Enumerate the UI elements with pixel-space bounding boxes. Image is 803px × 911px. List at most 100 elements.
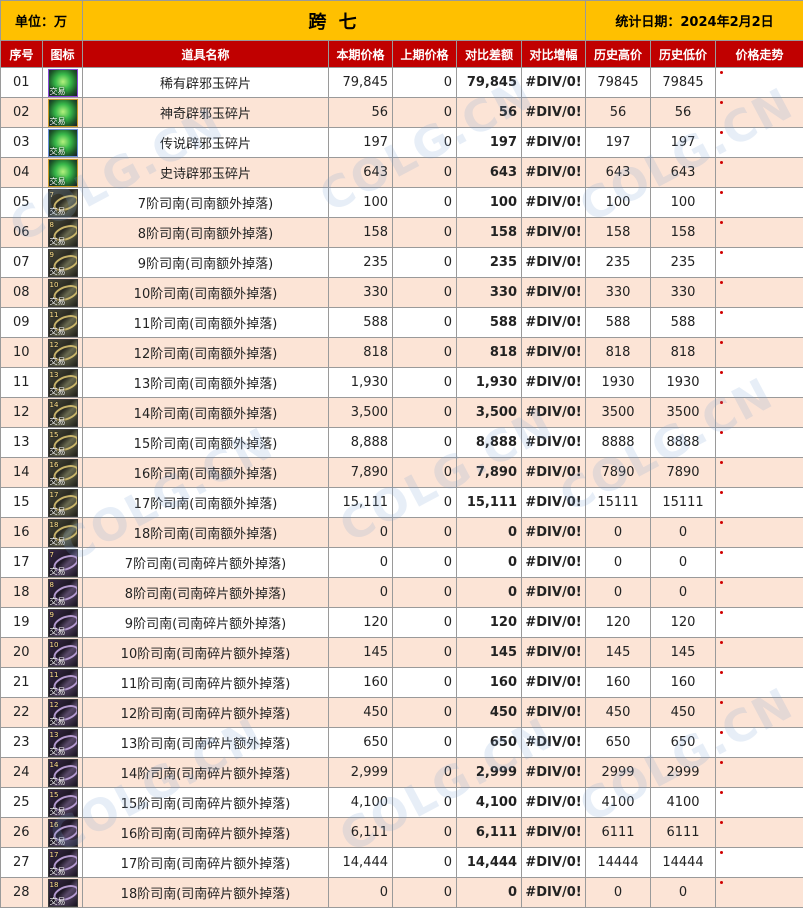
cell-previous-price: 0: [392, 757, 458, 788]
cell-growth: #DIV/0!: [521, 697, 587, 728]
cell-no: 07: [0, 247, 43, 278]
cell-trend: [715, 247, 803, 278]
table-row: 13 15 交易 15阶司南(司南额外掉落) 8,888 0 8,888 #DIV/0! 888…: [0, 427, 803, 458]
jade-fragment-icon: 交易: [47, 128, 78, 157]
cell-previous-price: 0: [392, 727, 458, 758]
cell-previous-price: 0: [392, 127, 458, 158]
cell-history-high: 145: [585, 637, 652, 668]
cell-trend: [715, 97, 803, 128]
table-row: 16 18 交易 18阶司南(司南额外掉落) 0 0 0 #DIV/0! 0 0: [0, 517, 803, 548]
cell-no: 16: [0, 517, 43, 548]
cell-icon: 15 交易: [41, 427, 84, 458]
trend-sparkline-dot: [720, 881, 724, 884]
sinan-compass-icon: 7 交易: [47, 188, 78, 217]
cell-diff: 650: [456, 727, 523, 758]
icon-trade-tag: 交易: [49, 626, 66, 636]
cell-diff: 1,930: [456, 367, 523, 398]
cell-history-high: 818: [585, 337, 652, 368]
cell-item-name: 8阶司南(司南碎片额外掉落): [82, 577, 330, 608]
cell-no: 11: [0, 367, 43, 398]
icon-trade-tag: 交易: [49, 866, 66, 876]
cell-previous-price: 0: [392, 577, 458, 608]
cell-no: 20: [0, 637, 43, 668]
cell-history-high: 0: [585, 577, 652, 608]
cell-history-low: 56: [650, 97, 717, 128]
table-row: 28 18 交易 18阶司南(司南碎片额外掉落) 0 0 0 #DIV/0! 0 0: [0, 877, 803, 908]
cell-history-low: 145: [650, 637, 717, 668]
icon-trade-tag: 交易: [49, 776, 66, 786]
col-header-history-high: 历史高价: [585, 40, 652, 68]
cell-no: 08: [0, 277, 43, 308]
cell-no: 10: [0, 337, 43, 368]
cell-trend: [715, 877, 803, 908]
jade-fragment-icon: 交易: [47, 68, 78, 97]
title-row: 单位：万 跨 七 统计日期：2024年2月2日: [0, 0, 803, 41]
icon-trade-tag: 交易: [49, 236, 66, 246]
cell-item-name: 10阶司南(司南额外掉落): [82, 277, 330, 308]
cell-no: 25: [0, 787, 43, 818]
sinan-fragment-icon: 18 交易: [47, 878, 78, 907]
cell-history-high: 235: [585, 247, 652, 278]
icon-level: 8: [49, 580, 54, 589]
icon-trade-tag: 交易: [49, 476, 66, 486]
cell-icon: 8 交易: [41, 577, 84, 608]
table-row: 27 17 交易 17阶司南(司南碎片额外掉落) 14,444 0 14,444 #DIV/0…: [0, 847, 803, 878]
cell-history-low: 120: [650, 607, 717, 638]
cell-icon: 15 交易: [41, 787, 84, 818]
cell-history-low: 3500: [650, 397, 717, 428]
cell-current-price: 79,845: [328, 67, 394, 98]
cell-diff: 4,100: [456, 787, 523, 818]
cell-history-high: 56: [585, 97, 652, 128]
icon-trade-tag: 交易: [49, 686, 66, 696]
trend-sparkline-dot: [720, 221, 724, 224]
cell-history-low: 158: [650, 217, 717, 248]
table-row: 02 交易 神奇辟邪玉碎片 56 0 56 #DIV/0! 56 56: [0, 97, 803, 128]
cell-no: 06: [0, 217, 43, 248]
cell-no: 23: [0, 727, 43, 758]
cell-history-high: 8888: [585, 427, 652, 458]
table-row: 10 12 交易 12阶司南(司南额外掉落) 818 0 818 #DIV/0! 818 818: [0, 337, 803, 368]
cell-diff: 3,500: [456, 397, 523, 428]
cell-growth: #DIV/0!: [521, 307, 587, 338]
icon-trade-tag: 交易: [49, 176, 66, 186]
cell-trend: [715, 787, 803, 818]
cell-item-name: 7阶司南(司南碎片额外掉落): [82, 547, 330, 578]
cell-growth: #DIV/0!: [521, 847, 587, 878]
sinan-compass-icon: 18 交易: [47, 518, 78, 547]
table-row: 07 9 交易 9阶司南(司南额外掉落) 235 0 235 #DIV/0! 235 235: [0, 247, 803, 278]
table-row: 08 10 交易 10阶司南(司南额外掉落) 330 0 330 #DIV/0! 330 330: [0, 277, 803, 308]
cell-icon: 7 交易: [41, 547, 84, 578]
cell-trend: [715, 397, 803, 428]
cell-growth: #DIV/0!: [521, 127, 587, 158]
cell-previous-price: 0: [392, 877, 458, 908]
sinan-compass-icon: 13 交易: [47, 368, 78, 397]
cell-no: 09: [0, 307, 43, 338]
sinan-fragment-icon: 16 交易: [47, 818, 78, 847]
sinan-fragment-icon: 15 交易: [47, 788, 78, 817]
cell-current-price: 14,444: [328, 847, 394, 878]
cell-previous-price: 0: [392, 847, 458, 878]
cell-history-low: 4100: [650, 787, 717, 818]
cell-no: 03: [0, 127, 43, 158]
icon-trade-tag: 交易: [49, 716, 66, 726]
col-header-icon: 图标: [41, 40, 84, 68]
table-row: 03 交易 传说辟邪玉碎片 197 0 197 #DIV/0! 197 197: [0, 127, 803, 158]
jade-fragment-icon: 交易: [47, 98, 78, 127]
cell-no: 01: [0, 67, 43, 98]
cell-growth: #DIV/0!: [521, 97, 587, 128]
cell-history-high: 197: [585, 127, 652, 158]
sinan-compass-icon: 8 交易: [47, 218, 78, 247]
trend-sparkline-dot: [720, 551, 724, 554]
cell-history-high: 2999: [585, 757, 652, 788]
cell-item-name: 10阶司南(司南碎片额外掉落): [82, 637, 330, 668]
cell-trend: [715, 307, 803, 338]
cell-history-high: 100: [585, 187, 652, 218]
cell-trend: [715, 607, 803, 638]
trend-sparkline-dot: [720, 251, 724, 254]
cell-history-low: 79845: [650, 67, 717, 98]
icon-level: 12: [49, 700, 59, 709]
cell-previous-price: 0: [392, 607, 458, 638]
cell-item-name: 11阶司南(司南额外掉落): [82, 307, 330, 338]
jade-fragment-icon: 交易: [47, 158, 78, 187]
cell-history-low: 0: [650, 577, 717, 608]
